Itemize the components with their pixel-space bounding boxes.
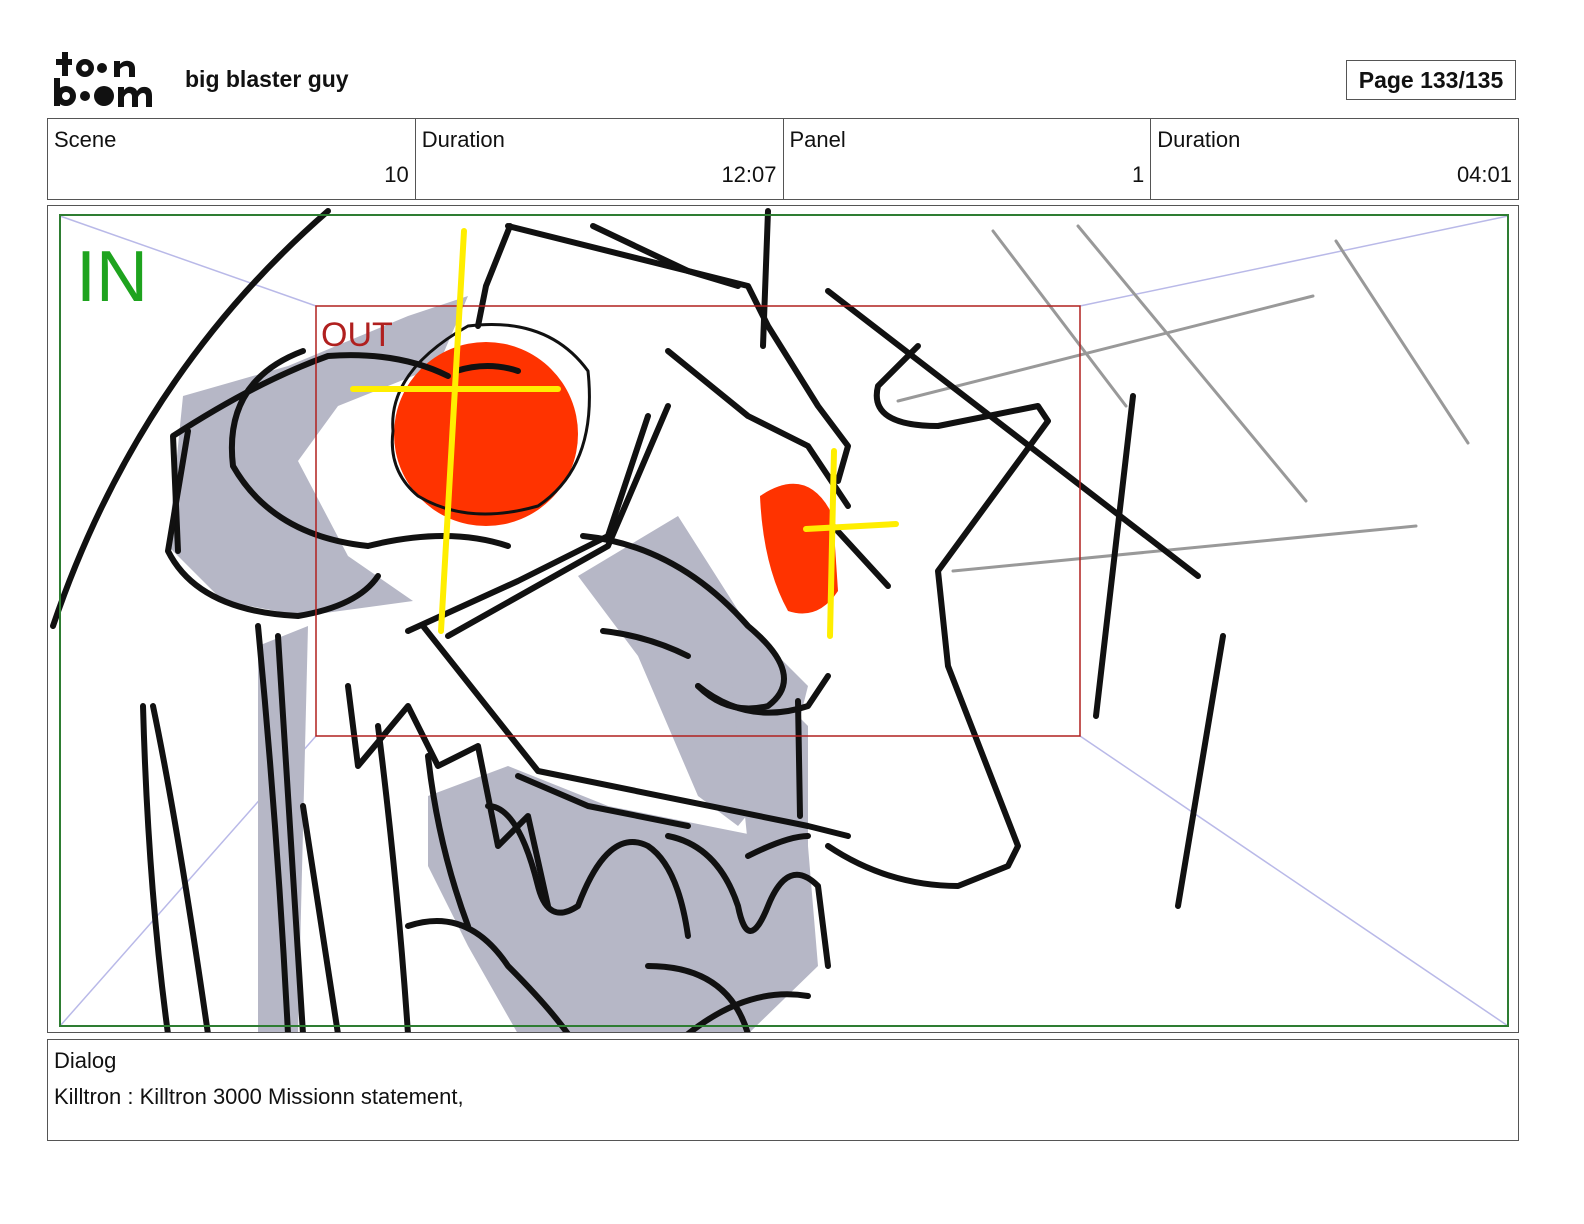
scene-duration-value: 12:07 (721, 162, 777, 187)
page-indicator: Page 133/135 (1346, 60, 1516, 100)
project-title: big blaster guy (185, 66, 349, 92)
speed-lines (896, 224, 1470, 573)
panel-label: Panel (789, 127, 846, 152)
toon-boom-logo (54, 52, 152, 107)
scene-duration-cell: Duration 12:07 (416, 119, 784, 199)
panel-duration-value: 04:01 (1456, 162, 1512, 187)
storyboard-panel: IN OUT (47, 205, 1519, 1033)
out-frame-label: OUT (321, 316, 393, 354)
scene-value: 10 (384, 162, 409, 187)
scene-cell: Scene 10 (48, 119, 416, 199)
scene-label: Scene (54, 127, 117, 152)
in-frame-label: IN (76, 237, 148, 317)
panel-duration-label: Duration (1157, 127, 1241, 152)
panel-duration-cell: Duration 04:01 (1151, 119, 1518, 199)
info-table: Scene 10 Duration 12:07 Panel 1 Duration… (47, 118, 1519, 200)
dialog-text: Killtron : Killtron 3000 Missionn statem… (54, 1084, 464, 1109)
panel-value: 1 (1132, 162, 1145, 187)
panel-cell: Panel 1 (784, 119, 1152, 199)
dialog-label: Dialog (54, 1048, 117, 1073)
dialog-box: Dialog Killtron : Killtron 3000 Missionn… (47, 1039, 1519, 1141)
panel-sketch (50, 208, 1509, 1032)
scene-duration-label: Duration (421, 127, 505, 152)
